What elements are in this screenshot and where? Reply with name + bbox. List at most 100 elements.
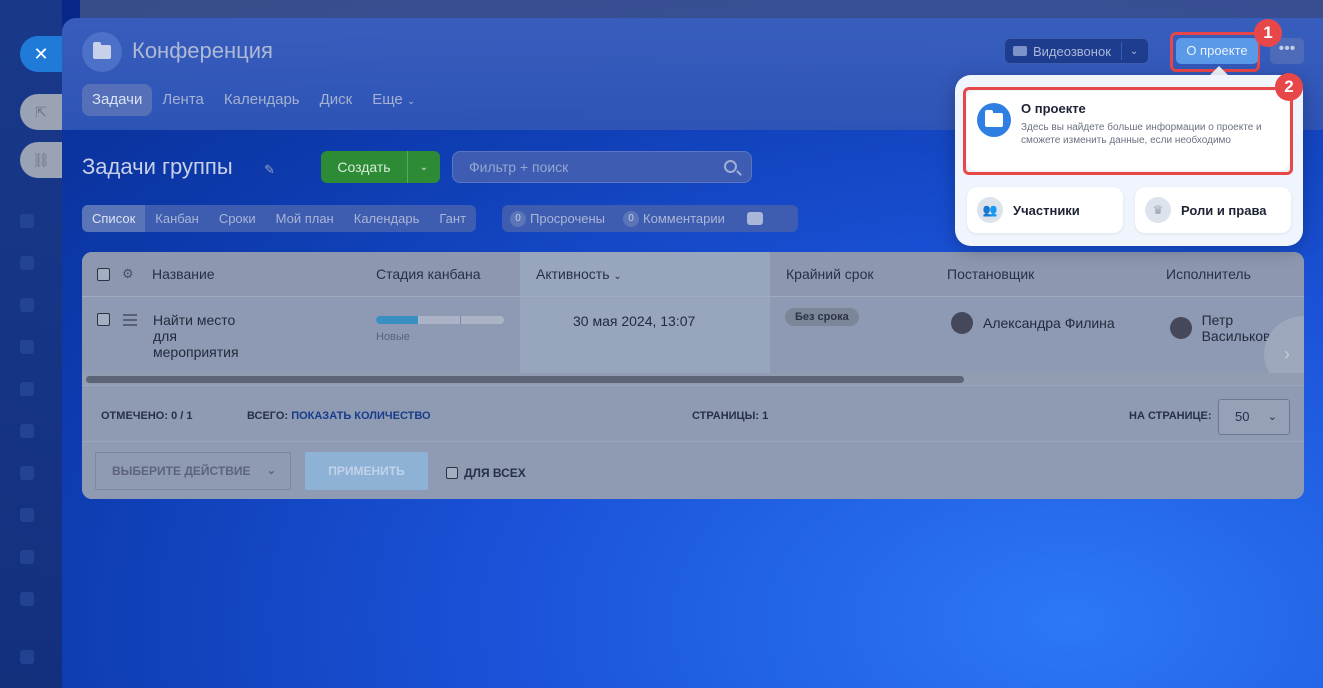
about-project-popup: О проекте Здесь вы найдете больше информ… [955, 75, 1303, 246]
create-button[interactable]: Создать ⌄ [321, 151, 440, 183]
column-header-kanban[interactable]: Стадия канбана [376, 266, 481, 282]
link-icon[interactable]: ⛓ [20, 142, 62, 178]
step-badge-1: 1 [1254, 19, 1282, 47]
rail-dot [20, 650, 34, 664]
about-project-highlight [963, 87, 1293, 175]
members-label: Участники [1013, 202, 1080, 218]
per-page-label: НА СТРАНИЦЕ: [1129, 410, 1212, 422]
view-tab-gantt[interactable]: Гант [429, 205, 476, 232]
background-strip [80, 0, 1323, 18]
grid-actions: ВЫБЕРИТЕ ДЕЙСТВИЕ ⌄ ПРИМЕНИТЬ ДЛЯ ВСЕХ [82, 441, 1304, 499]
about-project-button[interactable]: О проекте [1176, 38, 1258, 64]
page-title: Задачи группы [82, 154, 233, 179]
grid-footer: ОТМЕЧЕНО: 0 / 1 ВСЕГО: ПОКАЗАТЬ КОЛИЧЕСТ… [82, 385, 1304, 440]
apply-button[interactable]: ПРИМЕНИТЬ [305, 452, 428, 490]
pin-icon[interactable]: ✎ [264, 162, 275, 178]
creator-cell[interactable]: Александра Филина [951, 312, 1115, 334]
checked-counter: ОТМЕЧЕНО: 0 / 1 [101, 410, 192, 422]
task-counters: 0 Просрочены 0 Комментарии [502, 205, 798, 232]
task-title-link[interactable]: Найти место для мероприятия [153, 312, 263, 360]
members-button[interactable]: 👥 Участники [967, 187, 1123, 233]
video-call-button[interactable]: Видеозвонок ⌄ [1004, 38, 1149, 64]
kanban-progress-bar[interactable] [376, 316, 504, 324]
roles-button[interactable]: ♛ Роли и права [1135, 187, 1291, 233]
search-placeholder: Фильтр + поиск [469, 159, 569, 175]
chat-check-icon[interactable] [746, 212, 763, 225]
column-header-name[interactable]: Название [152, 266, 215, 282]
action-select[interactable]: ВЫБЕРИТЕ ДЕЙСТВИЕ ⌄ [95, 452, 291, 490]
rail-dot [20, 592, 34, 606]
checked-label: ОТМЕЧЕНО: [101, 410, 169, 422]
tab-calendar[interactable]: Календарь [214, 84, 310, 116]
column-header-deadline[interactable]: Крайний срок [786, 266, 874, 282]
pages-counter: СТРАНИЦЫ: 1 [692, 410, 768, 422]
chevron-down-icon: ⌄ [1267, 411, 1277, 423]
chevron-down-icon: ⌄ [266, 465, 276, 477]
rail-dot [20, 508, 34, 522]
total-label: ВСЕГО: [247, 410, 289, 422]
view-tab-list[interactable]: Список [82, 205, 146, 232]
rail-dot [20, 214, 34, 228]
chevron-down-icon[interactable]: ⌄ [408, 162, 440, 173]
column-header-activity[interactable]: Активность ⌄ [536, 266, 622, 282]
for-all-checkbox[interactable]: ДЛЯ ВСЕХ [446, 466, 526, 480]
rail-dot [20, 550, 34, 564]
view-tab-deadlines[interactable]: Сроки [209, 205, 266, 232]
checkbox[interactable] [446, 467, 458, 479]
checked-value: 0 / 1 [171, 410, 193, 422]
users-icon: 👥 [977, 197, 1003, 223]
creator-name: Александра Филина [983, 315, 1115, 331]
tab-more[interactable]: Еще ⌄ [362, 84, 425, 116]
view-tab-kanban[interactable]: Канбан [145, 205, 209, 232]
column-header-creator[interactable]: Постановщик [947, 266, 1034, 282]
search-icon[interactable] [724, 160, 737, 173]
roles-label: Роли и права [1181, 202, 1267, 218]
close-icon[interactable]: ✕ [20, 36, 62, 72]
row-separator [82, 296, 1304, 297]
per-page-select[interactable]: 50 ⌄ [1218, 399, 1290, 435]
view-tabs: Список Канбан Сроки Мой план Календарь Г… [82, 205, 477, 232]
select-all-checkbox[interactable] [97, 268, 110, 281]
step-badge-2: 2 [1275, 73, 1303, 101]
crown-icon: ♛ [1145, 197, 1171, 223]
total-counter: ВСЕГО: ПОКАЗАТЬ КОЛИЧЕСТВО [247, 410, 431, 422]
deadline-badge[interactable]: Без срока [785, 308, 859, 326]
rail-dot [20, 382, 34, 396]
tab-tasks[interactable]: Задачи [82, 84, 153, 116]
rail-dot [20, 340, 34, 354]
horizontal-scrollbar[interactable] [82, 373, 1304, 385]
overdue-count: 0 [510, 210, 526, 227]
kanban-progress-fill [376, 316, 419, 324]
show-count-link[interactable]: ПОКАЗАТЬ КОЛИЧЕСТВО [291, 410, 430, 422]
comments-count: 0 [623, 210, 640, 227]
view-tab-calendar[interactable]: Календарь [344, 205, 430, 232]
popup-arrow [1210, 66, 1228, 75]
tasks-grid: ⚙ Название Стадия канбана Активность ⌄ К… [82, 252, 1304, 499]
chevron-down-icon: ⌄ [406, 96, 416, 107]
drag-handle-icon[interactable] [123, 314, 137, 329]
gear-icon[interactable]: ⚙ [122, 266, 134, 282]
kanban-stage-label: Новые [376, 331, 410, 343]
avatar [1170, 317, 1192, 339]
column-header-assignee[interactable]: Исполнитель [1166, 266, 1251, 282]
search-input[interactable]: Фильтр + поиск [452, 151, 752, 183]
tab-feed[interactable]: Лента [152, 84, 214, 116]
view-tab-my-plan[interactable]: Мой план [266, 205, 344, 232]
open-in-new-icon[interactable]: ⇱ [20, 94, 62, 130]
rail-dot [20, 424, 34, 438]
pages-label: СТРАНИЦЫ: [692, 410, 760, 422]
per-page-value: 50 [1235, 409, 1250, 424]
activity-date: 30 мая 2024, 13:07 [573, 313, 696, 329]
video-call-label: Видеозвонок [1033, 43, 1111, 59]
row-checkbox[interactable] [97, 313, 110, 326]
comments-counter[interactable]: Комментарии [643, 211, 725, 226]
scrollbar-thumb[interactable] [86, 376, 964, 383]
action-select-value: ВЫБЕРИТЕ ДЕЙСТВИЕ [112, 464, 251, 478]
camera-icon [1013, 46, 1027, 56]
group-nav: Задачи Лента Календарь Диск Еще ⌄ [82, 84, 425, 116]
pages-value: 1 [762, 410, 769, 422]
chevron-down-icon: ⌄ [613, 271, 622, 282]
tab-disk[interactable]: Диск [310, 84, 363, 116]
overdue-counter[interactable]: Просрочены [530, 211, 605, 226]
chevron-down-icon[interactable]: ⌄ [1130, 46, 1138, 57]
